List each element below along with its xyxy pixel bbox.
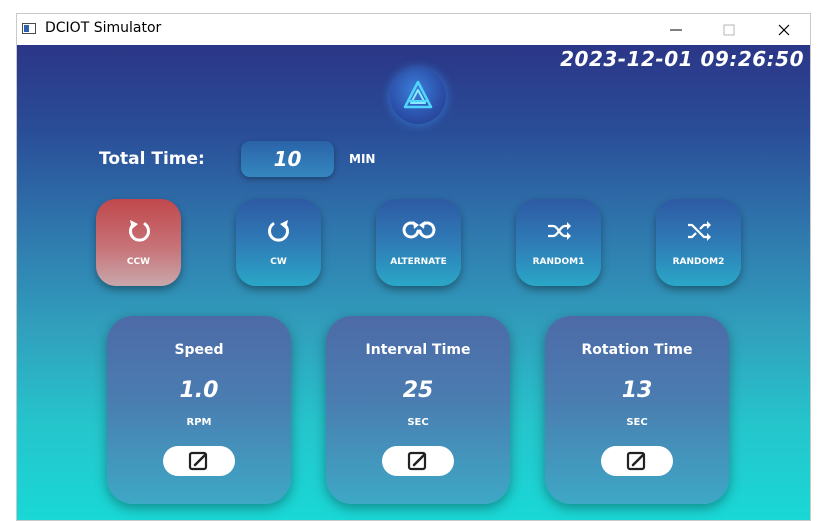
card-title: Speed xyxy=(174,342,224,358)
mode-button-alternate[interactable]: ALTERNATE xyxy=(376,199,461,286)
mode-label: RANDOM1 xyxy=(532,257,585,267)
minimize-button[interactable] xyxy=(654,14,698,45)
title-bar[interactable]: DCIOT Simulator xyxy=(17,14,810,45)
logo xyxy=(390,68,446,124)
edit-speed-button[interactable] xyxy=(163,446,235,476)
card-value: 1.0 xyxy=(179,378,219,403)
interval-time-card: Interval Time 25 SEC xyxy=(326,316,510,504)
rotate-ccw-icon xyxy=(129,220,150,242)
datetime-display: 2023-12-01 09:26:50 xyxy=(560,47,804,71)
shuffle-icon xyxy=(688,221,711,241)
card-unit: SEC xyxy=(626,417,648,428)
card-unit: RPM xyxy=(186,417,212,428)
mode-label: CCW xyxy=(126,257,151,267)
shuffle-icon xyxy=(548,222,571,240)
triangle-logo-icon xyxy=(403,80,433,109)
card-unit: SEC xyxy=(407,417,429,428)
app-icon xyxy=(22,23,36,34)
mode-label: CW xyxy=(270,257,287,267)
card-title: Interval Time xyxy=(365,342,471,358)
card-value: 25 xyxy=(402,378,434,403)
alternate-icon xyxy=(402,221,436,239)
card-title: Rotation Time xyxy=(581,342,693,358)
window-title: DCIOT Simulator xyxy=(45,20,162,36)
mode-label: ALTERNATE xyxy=(390,257,447,267)
speed-card: Speed 1.0 RPM xyxy=(107,316,291,504)
mode-label: RANDOM2 xyxy=(672,257,725,267)
mode-button-random2[interactable]: RANDOM2 xyxy=(656,199,741,286)
maximize-button[interactable] xyxy=(707,14,751,45)
total-time-label: Total Time: xyxy=(99,149,205,169)
mode-button-ccw[interactable]: CCW xyxy=(96,199,181,286)
rotation-time-card: Rotation Time 13 SEC xyxy=(545,316,729,504)
total-time-value: 10 xyxy=(273,147,302,171)
edit-icon xyxy=(626,451,646,471)
close-icon xyxy=(778,24,790,36)
main-panel: 2023-12-01 09:26:50 Total Time: 10 MIN C… xyxy=(17,45,810,520)
total-time-unit: MIN xyxy=(349,152,376,166)
minimize-icon xyxy=(670,29,682,31)
close-button[interactable] xyxy=(762,14,806,45)
edit-interval-time-button[interactable] xyxy=(382,446,454,476)
app-window: DCIOT Simulator 2023-12-01 09:26:50 Tota… xyxy=(16,13,811,521)
rotate-cw-icon xyxy=(268,220,289,242)
maximize-icon xyxy=(723,24,735,36)
mode-button-cw[interactable]: CW xyxy=(236,199,321,286)
edit-icon xyxy=(188,451,208,471)
edit-icon xyxy=(407,451,427,471)
edit-rotation-time-button[interactable] xyxy=(601,446,673,476)
mode-button-random1[interactable]: RANDOM1 xyxy=(516,199,601,286)
total-time-input[interactable]: 10 xyxy=(241,141,334,177)
card-value: 13 xyxy=(621,378,653,403)
